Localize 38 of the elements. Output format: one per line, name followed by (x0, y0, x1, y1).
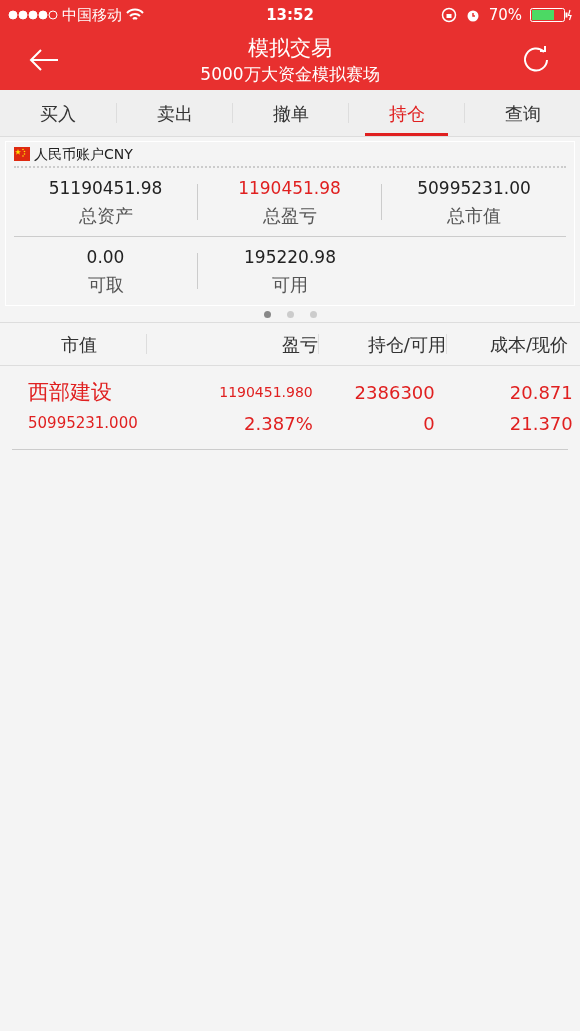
stat-value: 195220.98 (244, 246, 336, 269)
profit-amount: 1190451.980 (218, 382, 313, 402)
battery-icon (530, 8, 572, 22)
tab[interactable]: 买入 (0, 90, 116, 136)
stat-value: 1190451.98 (238, 177, 341, 200)
holding-quantity: 2386300 (353, 380, 435, 405)
back-arrow-icon (29, 48, 59, 72)
signal-icon (8, 10, 58, 20)
account-name: 人民币账户CNY (34, 144, 133, 164)
flag-icon (14, 147, 30, 161)
wifi-icon (126, 8, 144, 22)
market-value: 50995231.000 (28, 413, 138, 435)
carrier-name: 中国移动 (62, 4, 122, 26)
tab[interactable]: 持仓 (365, 90, 448, 136)
stat-label: 可取 (87, 273, 124, 297)
stat-label: 总盈亏 (262, 204, 317, 228)
column-header: 盈亏 (280, 332, 318, 357)
clock-time: 13:52 (266, 4, 314, 26)
page-title: 模拟交易 (248, 35, 332, 62)
rotation-lock-icon (440, 7, 457, 23)
tab[interactable]: 查询 (465, 90, 580, 136)
stock-name: 西部建设 (28, 379, 113, 406)
refresh-icon (522, 46, 550, 74)
column-header: 持仓/可用 (366, 332, 446, 357)
stat-value: 50995231.00 (417, 177, 531, 200)
stat-value: 0.00 (86, 246, 125, 269)
column-header: 成本/现价 (488, 332, 568, 357)
stat-label: 总资产 (78, 204, 133, 228)
available-quantity: 0 (422, 412, 435, 436)
stat-label: 总市值 (447, 204, 501, 228)
stat-value: 51190451.98 (48, 177, 163, 200)
battery-percent: 70% (488, 4, 522, 26)
tab[interactable]: 卖出 (117, 90, 232, 136)
tab[interactable]: 撤单 (233, 90, 348, 136)
page-subtitle: 5000万大资金模拟赛场 (200, 63, 380, 86)
stat-label: 可用 (272, 273, 308, 297)
profit-percent: 2.387% (243, 412, 313, 436)
column-header: 市值 (60, 332, 99, 357)
